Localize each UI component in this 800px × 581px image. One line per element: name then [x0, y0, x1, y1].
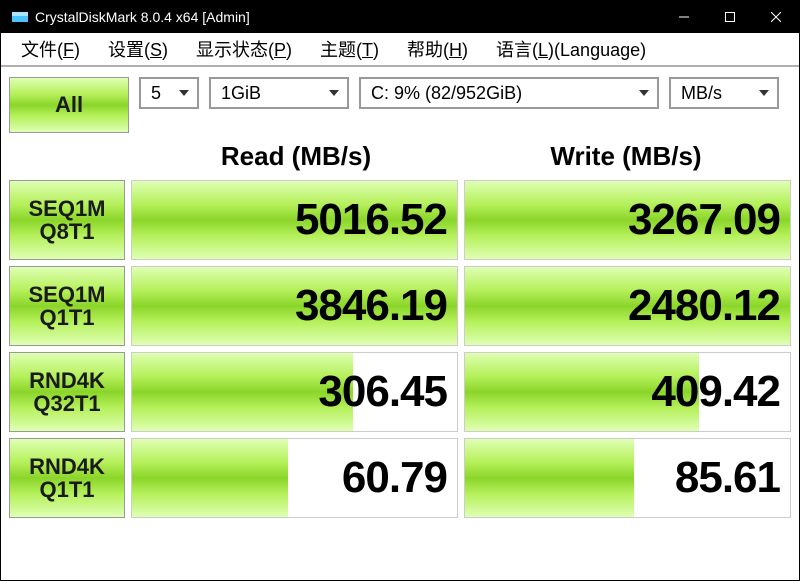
- write-value: 2480.12: [628, 281, 780, 331]
- read-header: Read (MB/s): [131, 139, 461, 180]
- controls-row: All 5 1GiB C: 9% (82/952GiB) MB/s: [1, 67, 799, 139]
- write-value-cell: 409.42: [464, 352, 791, 432]
- menubar: 文件(F) 设置(S) 显示状态(P) 主题(T) 帮助(H) 语言(L)(La…: [1, 33, 799, 67]
- read-bar: [132, 439, 288, 517]
- read-value-cell: 3846.19: [131, 266, 458, 346]
- read-value-cell: 5016.52: [131, 180, 458, 260]
- test-label: SEQ1M: [28, 197, 105, 220]
- read-value: 3846.19: [295, 281, 447, 331]
- test-label: SEQ1M: [28, 283, 105, 306]
- window-title: CrystalDiskMark 8.0.4 x64 [Admin]: [35, 9, 661, 25]
- test-sublabel: Q1T1: [39, 306, 94, 329]
- run-rnd4k-q32t1-button[interactable]: RND4K Q32T1: [9, 352, 125, 432]
- menu-status[interactable]: 显示状态(P): [182, 32, 306, 66]
- unit-select[interactable]: MB/s: [669, 77, 779, 109]
- write-value: 409.42: [651, 367, 780, 417]
- menu-help[interactable]: 帮助(H): [393, 32, 482, 66]
- write-value: 85.61: [675, 453, 780, 503]
- header-spacer: [9, 139, 131, 180]
- row-rnd4k-q32t1: RND4K Q32T1 306.45 409.42: [9, 352, 791, 432]
- drive-select[interactable]: C: 9% (82/952GiB): [359, 77, 659, 109]
- write-value: 3267.09: [628, 195, 780, 245]
- titlebar: CrystalDiskMark 8.0.4 x64 [Admin]: [1, 1, 799, 33]
- row-seq1m-q8t1: SEQ1M Q8T1 5016.52 3267.09: [9, 180, 791, 260]
- maximize-button[interactable]: [707, 1, 753, 33]
- write-bar: [465, 439, 634, 517]
- results-grid: SEQ1M Q8T1 5016.52 3267.09 SEQ1M Q1T1 38…: [1, 180, 799, 526]
- run-all-button[interactable]: All: [9, 77, 129, 133]
- column-headers: Read (MB/s) Write (MB/s): [1, 139, 799, 180]
- run-rnd4k-q1t1-button[interactable]: RND4K Q1T1: [9, 438, 125, 518]
- read-value: 306.45: [318, 367, 447, 417]
- read-value: 5016.52: [295, 195, 447, 245]
- read-value-cell: 306.45: [131, 352, 458, 432]
- row-seq1m-q1t1: SEQ1M Q1T1 3846.19 2480.12: [9, 266, 791, 346]
- run-seq1m-q8t1-button[interactable]: SEQ1M Q8T1: [9, 180, 125, 260]
- write-value-cell: 2480.12: [464, 266, 791, 346]
- write-header: Write (MB/s): [461, 139, 791, 180]
- runs-select[interactable]: 5: [139, 77, 199, 109]
- close-button[interactable]: [753, 1, 799, 33]
- run-seq1m-q1t1-button[interactable]: SEQ1M Q1T1: [9, 266, 125, 346]
- read-value: 60.79: [342, 453, 447, 503]
- test-sublabel: Q1T1: [39, 478, 94, 501]
- row-rnd4k-q1t1: RND4K Q1T1 60.79 85.61: [9, 438, 791, 518]
- test-label: RND4K: [29, 455, 105, 478]
- test-sublabel: Q32T1: [33, 392, 100, 415]
- menu-language[interactable]: 语言(L)(Language): [482, 32, 660, 66]
- app-window: CrystalDiskMark 8.0.4 x64 [Admin] 文件(F) …: [0, 0, 800, 581]
- menu-settings[interactable]: 设置(S): [94, 32, 182, 66]
- minimize-button[interactable]: [661, 1, 707, 33]
- menu-theme[interactable]: 主题(T): [306, 32, 393, 66]
- menu-file[interactable]: 文件(F): [7, 32, 94, 66]
- test-label: RND4K: [29, 369, 105, 392]
- read-value-cell: 60.79: [131, 438, 458, 518]
- app-icon: [11, 8, 29, 26]
- write-value-cell: 85.61: [464, 438, 791, 518]
- write-value-cell: 3267.09: [464, 180, 791, 260]
- test-sublabel: Q8T1: [39, 220, 94, 243]
- size-select[interactable]: 1GiB: [209, 77, 349, 109]
